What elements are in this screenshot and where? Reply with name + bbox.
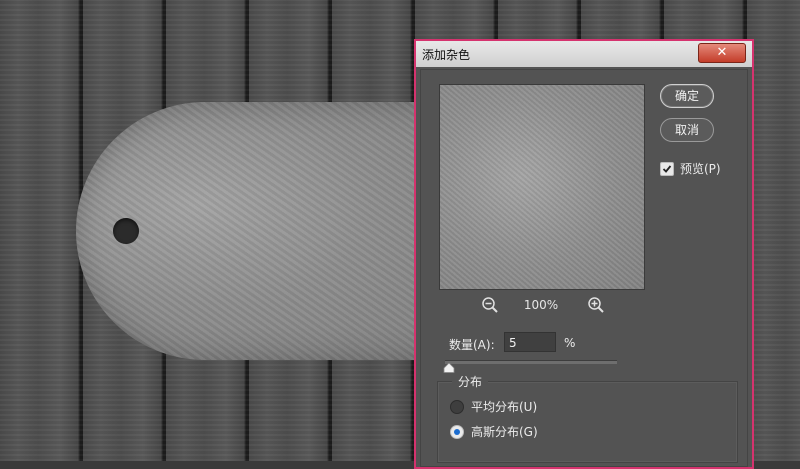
slider-thumb-icon[interactable]: [443, 363, 455, 373]
tag-hole: [113, 218, 139, 244]
checkmark-icon: [662, 165, 672, 173]
amount-label: 数量(A):: [449, 338, 495, 352]
cancel-button[interactable]: 取消: [660, 118, 714, 142]
add-noise-dialog: 添加杂色 ✕ 100% 确定 取消 预览(P) 数量(A): 5 % 分布 平均…: [414, 39, 754, 469]
dialog-body: 100% 确定 取消 预览(P) 数量(A): 5 % 分布 平均分布(U) 高…: [420, 69, 748, 467]
distribution-title: 分布: [452, 373, 489, 390]
zoom-out-icon[interactable]: [481, 296, 499, 318]
amount-slider-track[interactable]: [445, 360, 617, 364]
amount-input[interactable]: 5: [504, 332, 556, 352]
zoom-level: 100%: [523, 298, 559, 312]
amount-unit: %: [564, 336, 576, 350]
gaussian-radio[interactable]: [450, 425, 464, 439]
gaussian-label: 高斯分布(G): [471, 425, 538, 439]
dialog-titlebar[interactable]: 添加杂色 ✕: [416, 41, 752, 67]
preview-label: 预览(P): [680, 162, 721, 176]
uniform-radio[interactable]: [450, 400, 464, 414]
dialog-title: 添加杂色: [422, 48, 471, 62]
preview-checkbox[interactable]: [660, 162, 674, 176]
noise-preview[interactable]: [439, 84, 645, 290]
ok-button[interactable]: 确定: [660, 84, 714, 108]
distribution-group: 分布 平均分布(U) 高斯分布(G): [437, 373, 738, 463]
uniform-label: 平均分布(U): [471, 400, 538, 414]
zoom-controls: 100%: [439, 296, 643, 316]
zoom-in-icon[interactable]: [587, 296, 605, 318]
close-button[interactable]: ✕: [698, 43, 746, 63]
